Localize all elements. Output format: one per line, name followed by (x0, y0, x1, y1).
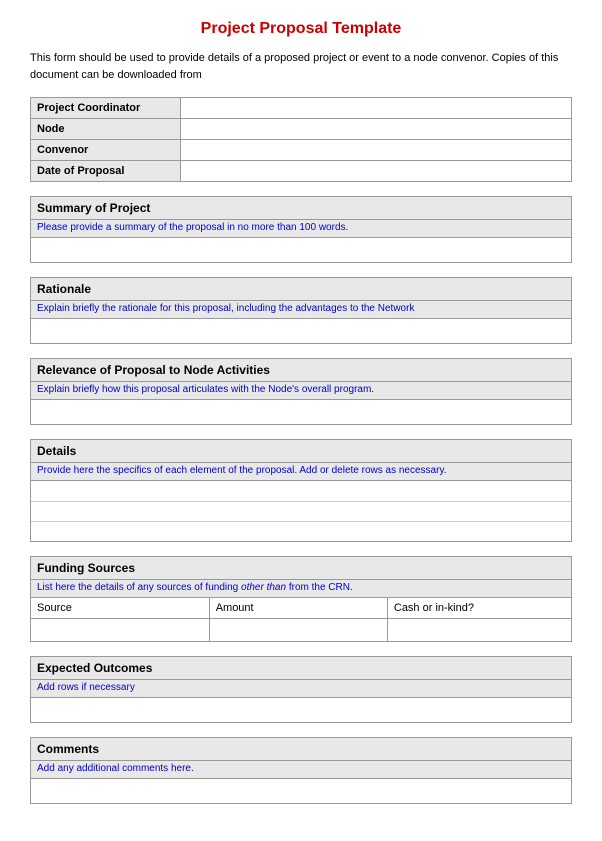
details-row-1[interactable] (31, 481, 571, 501)
funding-amount-cell[interactable] (209, 619, 387, 641)
label-node: Node (31, 119, 181, 139)
details-section: Details Provide here the specifics of ea… (30, 439, 572, 542)
funding-col-source: Source (31, 598, 209, 619)
funding-cash-cell[interactable] (387, 619, 571, 641)
value-date[interactable] (181, 161, 571, 181)
outcomes-section: Expected Outcomes Add rows if necessary (30, 656, 572, 723)
relevance-section: Relevance of Proposal to Node Activities… (30, 358, 572, 425)
comments-content[interactable] (31, 779, 571, 803)
info-row-convenor: Convenor (31, 140, 571, 161)
funding-table-header-row: Source Amount Cash or in-kind? (31, 598, 571, 619)
rationale-content[interactable] (31, 319, 571, 343)
funding-subtext-suffix: from the CRN. (286, 582, 353, 593)
funding-col-cash: Cash or in-kind? (387, 598, 571, 619)
summary-section: Summary of Project Please provide a summ… (30, 196, 572, 263)
funding-heading: Funding Sources (31, 557, 571, 580)
info-row-node: Node (31, 119, 571, 140)
funding-source-cell[interactable] (31, 619, 209, 641)
page-title: Project Proposal Template (30, 20, 572, 38)
relevance-heading: Relevance of Proposal to Node Activities (31, 359, 571, 382)
funding-subtext-prefix: List here the details of any sources of … (37, 582, 241, 593)
rationale-heading: Rationale (31, 278, 571, 301)
comments-heading: Comments (31, 738, 571, 761)
funding-section: Funding Sources List here the details of… (30, 556, 572, 642)
funding-table: Source Amount Cash or in-kind? (31, 598, 571, 641)
outcomes-subtext: Add rows if necessary (31, 680, 571, 698)
label-coordinator: Project Coordinator (31, 98, 181, 118)
intro-text: This form should be used to provide deta… (30, 50, 572, 83)
info-section: Project Coordinator Node Convenor Date o… (30, 97, 572, 182)
details-subtext: Provide here the specifics of each eleme… (31, 463, 571, 481)
funding-col-amount: Amount (209, 598, 387, 619)
info-row-coordinator: Project Coordinator (31, 98, 571, 119)
value-node[interactable] (181, 119, 571, 139)
summary-content[interactable] (31, 238, 571, 262)
funding-subtext-italic: other than (241, 582, 286, 593)
summary-subtext: Please provide a summary of the proposal… (31, 220, 571, 238)
value-convenor[interactable] (181, 140, 571, 160)
funding-table-row (31, 619, 571, 641)
rationale-section: Rationale Explain briefly the rationale … (30, 277, 572, 344)
relevance-subtext: Explain briefly how this proposal articu… (31, 382, 571, 400)
details-heading: Details (31, 440, 571, 463)
comments-section: Comments Add any additional comments her… (30, 737, 572, 804)
outcomes-heading: Expected Outcomes (31, 657, 571, 680)
label-convenor: Convenor (31, 140, 181, 160)
summary-heading: Summary of Project (31, 197, 571, 220)
details-row-3[interactable] (31, 521, 571, 541)
rationale-subtext: Explain briefly the rationale for this p… (31, 301, 571, 319)
value-coordinator[interactable] (181, 98, 571, 118)
relevance-content[interactable] (31, 400, 571, 424)
details-row-2[interactable] (31, 501, 571, 521)
label-date: Date of Proposal (31, 161, 181, 181)
comments-subtext: Add any additional comments here. (31, 761, 571, 779)
info-row-date: Date of Proposal (31, 161, 571, 181)
funding-subtext: List here the details of any sources of … (31, 580, 571, 598)
outcomes-content[interactable] (31, 698, 571, 722)
